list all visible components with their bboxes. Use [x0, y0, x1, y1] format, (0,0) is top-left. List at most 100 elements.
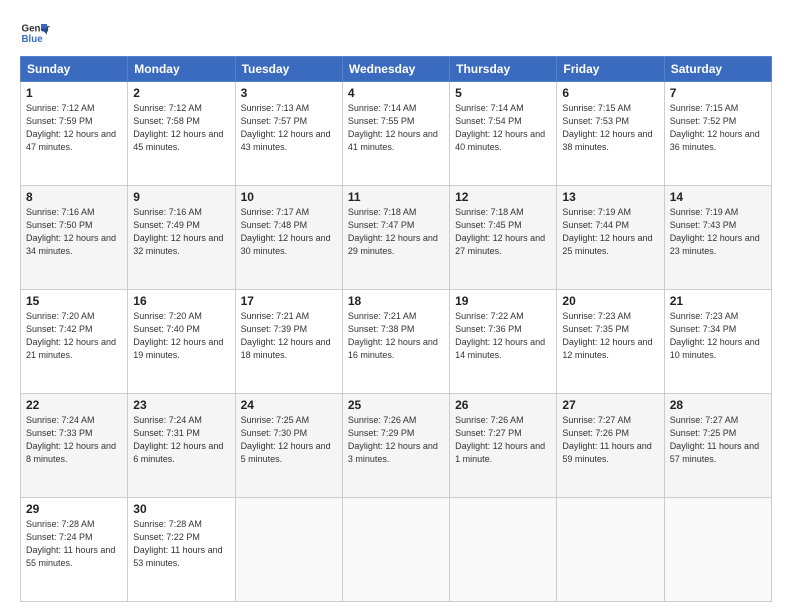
calendar-table: Sunday Monday Tuesday Wednesday Thursday… [20, 56, 772, 602]
day-number: 1 [26, 86, 122, 100]
day-info: Sunrise: 7:23 AM Sunset: 7:35 PM Dayligh… [562, 310, 658, 362]
calendar-row: 29Sunrise: 7:28 AM Sunset: 7:24 PM Dayli… [21, 498, 772, 602]
day-number: 14 [670, 190, 766, 204]
calendar-row: 15 Sunrise: 7:20 AM Sunset: 7:42 PM Dayli… [21, 290, 772, 394]
day-number: 19 [455, 294, 551, 308]
table-row: 22 Sunrise: 7:24 AM Sunset: 7:33 PM Dayli… [21, 394, 128, 498]
table-row: 17 Sunrise: 7:21 AM Sunset: 7:39 PM Dayli… [235, 290, 342, 394]
day-number: 8 [26, 190, 122, 204]
table-row: 27 Sunrise: 7:27 AM Sunset: 7:26 PM Dayli… [557, 394, 664, 498]
col-thursday: Thursday [450, 57, 557, 82]
table-row: 21 Sunrise: 7:23 AM Sunset: 7:34 PM Dayli… [664, 290, 771, 394]
table-row: 5 Sunrise: 7:14 AM Sunset: 7:54 PM Daylig… [450, 82, 557, 186]
day-info: Sunrise: 7:14 AM Sunset: 7:55 PM Dayligh… [348, 102, 444, 154]
table-row: 28 Sunrise: 7:27 AM Sunset: 7:25 PM Dayli… [664, 394, 771, 498]
table-row: 1 Sunrise: 7:12 AM Sunset: 7:59 PM Daylig… [21, 82, 128, 186]
calendar-header-row: Sunday Monday Tuesday Wednesday Thursday… [21, 57, 772, 82]
logo: General Blue [20, 18, 54, 48]
svg-text:Blue: Blue [22, 34, 44, 45]
table-row: 8Sunrise: 7:16 AM Sunset: 7:50 PM Daylig… [21, 186, 128, 290]
table-row: 2Sunrise: 7:12 AM Sunset: 7:58 PM Daylig… [128, 82, 235, 186]
col-friday: Friday [557, 57, 664, 82]
col-saturday: Saturday [664, 57, 771, 82]
col-sunday: Sunday [21, 57, 128, 82]
calendar-row: 1 Sunrise: 7:12 AM Sunset: 7:59 PM Daylig… [21, 82, 772, 186]
day-number: 10 [241, 190, 337, 204]
table-row: 4 Sunrise: 7:14 AM Sunset: 7:55 PM Daylig… [342, 82, 449, 186]
day-info: Sunrise: 7:20 AM Sunset: 7:40 PM Dayligh… [133, 310, 229, 362]
day-number: 15 [26, 294, 122, 308]
day-info: Sunrise: 7:18 AM Sunset: 7:47 PM Dayligh… [348, 206, 444, 258]
day-number: 26 [455, 398, 551, 412]
day-info: Sunrise: 7:26 AM Sunset: 7:29 PM Dayligh… [348, 414, 444, 466]
day-info: Sunrise: 7:24 AM Sunset: 7:31 PM Dayligh… [133, 414, 229, 466]
day-number: 5 [455, 86, 551, 100]
table-row: 20 Sunrise: 7:23 AM Sunset: 7:35 PM Dayli… [557, 290, 664, 394]
day-info: Sunrise: 7:24 AM Sunset: 7:33 PM Dayligh… [26, 414, 122, 466]
day-info: Sunrise: 7:15 AM Sunset: 7:52 PM Dayligh… [670, 102, 766, 154]
day-info: Sunrise: 7:13 AM Sunset: 7:57 PM Dayligh… [241, 102, 337, 154]
table-row: 18 Sunrise: 7:21 AM Sunset: 7:38 PM Dayli… [342, 290, 449, 394]
day-number: 12 [455, 190, 551, 204]
day-info: Sunrise: 7:18 AM Sunset: 7:45 PM Dayligh… [455, 206, 551, 258]
day-number: 4 [348, 86, 444, 100]
day-number: 9 [133, 190, 229, 204]
day-number: 24 [241, 398, 337, 412]
day-number: 16 [133, 294, 229, 308]
table-row: 14 Sunrise: 7:19 AM Sunset: 7:43 PM Dayli… [664, 186, 771, 290]
table-row: 30 Sunrise: 7:28 AM Sunset: 7:22 PM Dayli… [128, 498, 235, 602]
table-row: 10 Sunrise: 7:17 AM Sunset: 7:48 PM Dayli… [235, 186, 342, 290]
table-row [235, 498, 342, 602]
day-number: 22 [26, 398, 122, 412]
day-info: Sunrise: 7:27 AM Sunset: 7:25 PM Dayligh… [670, 414, 766, 466]
day-info: Sunrise: 7:27 AM Sunset: 7:26 PM Dayligh… [562, 414, 658, 466]
day-info: Sunrise: 7:23 AM Sunset: 7:34 PM Dayligh… [670, 310, 766, 362]
day-number: 28 [670, 398, 766, 412]
day-number: 25 [348, 398, 444, 412]
day-info: Sunrise: 7:17 AM Sunset: 7:48 PM Dayligh… [241, 206, 337, 258]
day-info: Sunrise: 7:21 AM Sunset: 7:38 PM Dayligh… [348, 310, 444, 362]
day-number: 30 [133, 502, 229, 516]
day-number: 11 [348, 190, 444, 204]
header: General Blue [20, 18, 772, 48]
day-number: 29 [26, 502, 122, 516]
day-info: Sunrise: 7:21 AM Sunset: 7:39 PM Dayligh… [241, 310, 337, 362]
day-info: Sunrise: 7:25 AM Sunset: 7:30 PM Dayligh… [241, 414, 337, 466]
day-info: Sunrise: 7:28 AM Sunset: 7:22 PM Dayligh… [133, 518, 229, 570]
day-info: Sunrise: 7:14 AM Sunset: 7:54 PM Dayligh… [455, 102, 551, 154]
day-number: 6 [562, 86, 658, 100]
day-info: Sunrise: 7:19 AM Sunset: 7:43 PM Dayligh… [670, 206, 766, 258]
day-number: 21 [670, 294, 766, 308]
table-row: 29Sunrise: 7:28 AM Sunset: 7:24 PM Dayli… [21, 498, 128, 602]
day-number: 18 [348, 294, 444, 308]
table-row [557, 498, 664, 602]
table-row: 13Sunrise: 7:19 AM Sunset: 7:44 PM Dayli… [557, 186, 664, 290]
table-row: 3Sunrise: 7:13 AM Sunset: 7:57 PM Daylig… [235, 82, 342, 186]
table-row [664, 498, 771, 602]
table-row: 26 Sunrise: 7:26 AM Sunset: 7:27 PM Dayli… [450, 394, 557, 498]
day-info: Sunrise: 7:22 AM Sunset: 7:36 PM Dayligh… [455, 310, 551, 362]
day-number: 20 [562, 294, 658, 308]
day-info: Sunrise: 7:12 AM Sunset: 7:59 PM Dayligh… [26, 102, 122, 154]
table-row: 23 Sunrise: 7:24 AM Sunset: 7:31 PM Dayli… [128, 394, 235, 498]
day-number: 17 [241, 294, 337, 308]
table-row: 9 Sunrise: 7:16 AM Sunset: 7:49 PM Daylig… [128, 186, 235, 290]
col-tuesday: Tuesday [235, 57, 342, 82]
day-number: 23 [133, 398, 229, 412]
table-row: 19 Sunrise: 7:22 AM Sunset: 7:36 PM Dayli… [450, 290, 557, 394]
table-row: 6 Sunrise: 7:15 AM Sunset: 7:53 PM Daylig… [557, 82, 664, 186]
day-info: Sunrise: 7:26 AM Sunset: 7:27 PM Dayligh… [455, 414, 551, 466]
col-wednesday: Wednesday [342, 57, 449, 82]
day-info: Sunrise: 7:16 AM Sunset: 7:49 PM Dayligh… [133, 206, 229, 258]
day-info: Sunrise: 7:15 AM Sunset: 7:53 PM Dayligh… [562, 102, 658, 154]
table-row [342, 498, 449, 602]
table-row: 16 Sunrise: 7:20 AM Sunset: 7:40 PM Dayli… [128, 290, 235, 394]
day-number: 7 [670, 86, 766, 100]
day-number: 27 [562, 398, 658, 412]
calendar-page: General Blue Sunday Monday Tuesday Wedne… [0, 0, 792, 612]
day-info: Sunrise: 7:12 AM Sunset: 7:58 PM Dayligh… [133, 102, 229, 154]
day-info: Sunrise: 7:20 AM Sunset: 7:42 PM Dayligh… [26, 310, 122, 362]
table-row: 24 Sunrise: 7:25 AM Sunset: 7:30 PM Dayli… [235, 394, 342, 498]
table-row: 12 Sunrise: 7:18 AM Sunset: 7:45 PM Dayli… [450, 186, 557, 290]
logo-icon: General Blue [20, 18, 50, 48]
